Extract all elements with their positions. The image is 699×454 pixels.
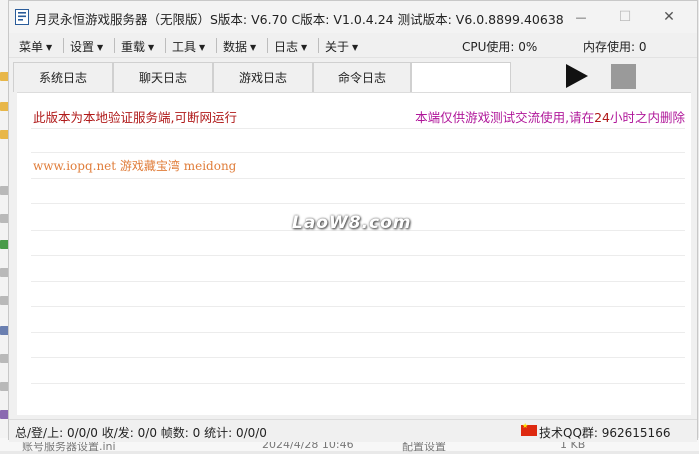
chevron-down-icon: ▼ [301, 43, 308, 52]
log-row [31, 383, 685, 384]
menu-about[interactable]: 关于 ▼ [325, 38, 358, 55]
usage-notice-hours: 24 [594, 110, 610, 125]
log-row [31, 152, 685, 153]
chevron-down-icon: ▼ [352, 43, 359, 52]
menu-separator [318, 38, 319, 53]
menu-separator [114, 38, 115, 53]
menu-separator [267, 38, 268, 53]
chevron-down-icon: ▼ [97, 43, 104, 52]
log-row [31, 255, 685, 256]
log-row [31, 332, 685, 333]
maximize-button[interactable]: ☐ [605, 5, 645, 29]
close-button[interactable]: ✕ [649, 5, 689, 29]
log-row [31, 203, 685, 204]
menu-bar: 菜单 ▼ 设置 ▼ 重载 ▼ 工具 ▼ 数据 ▼ 日志 ▼ 关于 ▼ CPU使用: 0% 内存… [9, 35, 697, 58]
maximize-icon: ☐ [618, 9, 632, 25]
tab-system-log[interactable]: 系统日志 [13, 62, 113, 92]
menu-settings[interactable]: 设置 ▼ [70, 38, 103, 55]
tab-chat-log[interactable]: 聊天日志 [113, 62, 213, 92]
menu-tools-label: 工具 [172, 40, 197, 54]
chevron-down-icon: ▼ [199, 43, 206, 52]
menu-logs[interactable]: 日志 ▼ [274, 38, 307, 55]
status-bar: 总/登/上: 0/0/0 收/发: 0/0 帧数: 0 统计: 0/0/0 技术… [9, 419, 697, 442]
tab-label: 命令日志 [337, 71, 386, 85]
tab-blank[interactable] [411, 62, 511, 92]
tab-label: 系统日志 [38, 71, 87, 85]
watermark: LaoW8.com [292, 213, 412, 233]
memory-usage: 内存使用: 0 [583, 40, 647, 54]
tab-label: 游戏日志 [238, 71, 287, 85]
chevron-down-icon: ▼ [148, 43, 155, 52]
tab-game-log[interactable]: 游戏日志 [213, 62, 313, 92]
usage-notice-part: 本端仅供游戏测试交流使用,请在 [415, 110, 595, 125]
title-bar[interactable]: 月灵永恒游戏服务器（无限版）S版本: V6.70 C版本: V1.0.4.24 … [9, 1, 697, 33]
window-title: 月灵永恒游戏服务器（无限版）S版本: V6.70 C版本: V1.0.4.24 … [35, 12, 564, 27]
menu-separator [216, 38, 217, 53]
menu-separator [63, 38, 64, 53]
play-icon[interactable] [566, 64, 588, 88]
menu-data[interactable]: 数据 ▼ [223, 38, 256, 55]
menu-data-label: 数据 [223, 40, 248, 54]
menu-separator [165, 38, 166, 53]
menu-reload[interactable]: 重载 ▼ [121, 38, 154, 55]
log-row [31, 306, 685, 307]
website-line: www.iopq.net 游戏藏宝湾 meidong [33, 159, 237, 173]
connection-counts: 总/登/上: 0/0/0 收/发: 0/0 帧数: 0 统计: 0/0/0 [15, 426, 267, 440]
stop-icon[interactable] [611, 64, 636, 89]
menu-main[interactable]: 菜单 ▼ [19, 38, 52, 55]
log-row [31, 281, 685, 282]
cpu-usage: CPU使用: 0% [462, 40, 538, 54]
tab-label: 聊天日志 [138, 71, 187, 85]
log-row [31, 128, 685, 129]
log-row [31, 357, 685, 358]
menu-logs-label: 日志 [274, 40, 299, 54]
tab-command-log[interactable]: 命令日志 [313, 62, 411, 92]
app-icon [15, 9, 29, 25]
log-tabs: 系统日志 聊天日志 游戏日志 命令日志 [9, 60, 697, 92]
close-icon: ✕ [663, 9, 675, 25]
log-row [31, 178, 685, 179]
usage-notice: 本端仅供游戏测试交流使用,请在24小时之内删除 [415, 107, 685, 126]
menu-main-label: 菜单 [19, 40, 44, 54]
minimize-icon: — [575, 10, 587, 24]
menu-settings-label: 设置 [70, 40, 95, 54]
log-area: 此版本为本地验证服务端,可断网运行 本端仅供游戏测试交流使用,请在24小时之内删… [17, 92, 691, 415]
minimize-button[interactable]: — [561, 5, 601, 29]
menu-about-label: 关于 [325, 40, 350, 54]
china-flag-icon [521, 422, 537, 436]
server-window: 月灵永恒游戏服务器（无限版）S版本: V6.70 C版本: V1.0.4.24 … [8, 0, 698, 442]
qq-group: 技术QQ群: 962615166 [539, 426, 671, 440]
local-auth-notice: 此版本为本地验证服务端,可断网运行 [33, 110, 237, 125]
usage-notice-part: 小时之内删除 [609, 110, 685, 125]
chevron-down-icon: ▼ [46, 43, 53, 52]
chevron-down-icon: ▼ [250, 43, 257, 52]
menu-tools[interactable]: 工具 ▼ [172, 38, 205, 55]
menu-reload-label: 重载 [121, 40, 146, 54]
